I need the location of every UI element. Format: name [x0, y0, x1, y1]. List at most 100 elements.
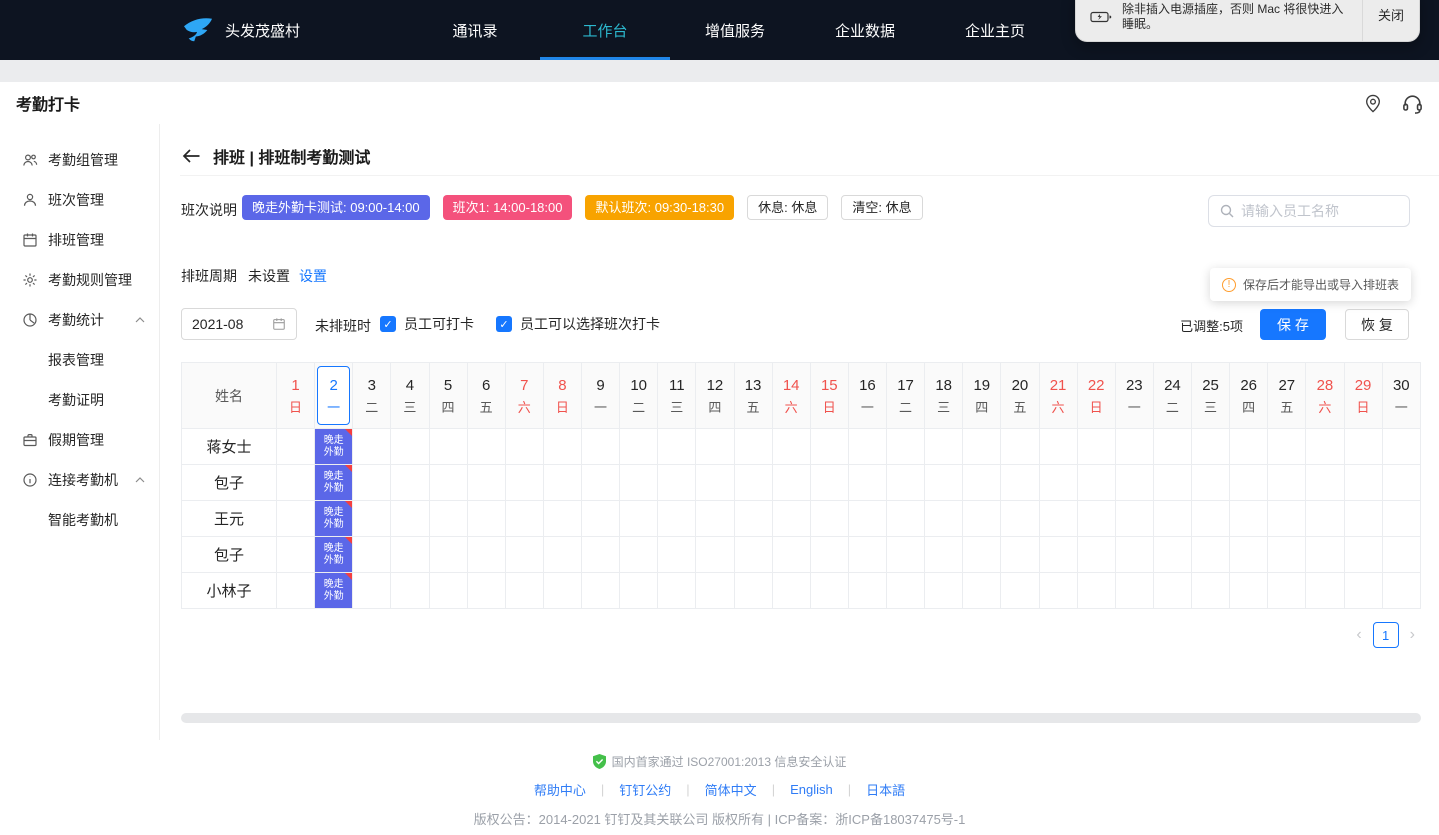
schedule-cell[interactable]	[1306, 465, 1344, 501]
schedule-cell[interactable]	[1192, 429, 1230, 465]
schedule-cell[interactable]	[1268, 465, 1306, 501]
schedule-cell[interactable]	[1153, 501, 1191, 537]
schedule-cell[interactable]	[543, 429, 581, 465]
schedule-cell[interactable]	[1306, 537, 1344, 573]
schedule-cell[interactable]	[1192, 573, 1230, 609]
schedule-cell[interactable]	[582, 573, 620, 609]
schedule-cell[interactable]	[429, 465, 467, 501]
top-nav-item[interactable]: 增值服务	[670, 0, 800, 60]
schedule-cell[interactable]	[277, 573, 315, 609]
schedule-cell[interactable]	[1039, 537, 1077, 573]
schedule-cell[interactable]	[1192, 465, 1230, 501]
schedule-cell[interactable]	[1115, 501, 1153, 537]
schedule-cell[interactable]	[277, 537, 315, 573]
schedule-cell[interactable]	[696, 429, 734, 465]
schedule-cell[interactable]	[620, 465, 658, 501]
top-nav-item[interactable]: 企业数据	[800, 0, 930, 60]
day-column-header[interactable]: 10二	[620, 363, 658, 429]
day-column-header[interactable]: 20五	[1001, 363, 1039, 429]
shift-badge[interactable]: 晚走外勤	[315, 465, 352, 500]
schedule-cell[interactable]	[810, 429, 848, 465]
schedule-cell[interactable]	[658, 501, 696, 537]
cycle-setup-link[interactable]: 设置	[299, 266, 327, 286]
back-arrow-icon[interactable]	[182, 148, 200, 164]
day-column-header[interactable]: 12四	[696, 363, 734, 429]
day-column-header[interactable]: 11三	[658, 363, 696, 429]
location-pin-icon[interactable]	[1364, 93, 1382, 114]
schedule-cell[interactable]	[1153, 429, 1191, 465]
day-column-header[interactable]: 1日	[277, 363, 315, 429]
schedule-cell[interactable]	[353, 501, 391, 537]
day-column-header[interactable]: 8日	[543, 363, 581, 429]
schedule-cell[interactable]	[848, 537, 886, 573]
schedule-cell[interactable]	[391, 501, 429, 537]
schedule-cell[interactable]	[1192, 501, 1230, 537]
schedule-cell[interactable]	[696, 501, 734, 537]
schedule-cell[interactable]	[353, 429, 391, 465]
schedule-cell[interactable]	[1268, 537, 1306, 573]
day-column-header[interactable]: 7六	[505, 363, 543, 429]
day-column-header[interactable]: 27五	[1268, 363, 1306, 429]
schedule-cell[interactable]	[1153, 573, 1191, 609]
sidebar-subitem[interactable]: 考勤证明	[0, 380, 159, 420]
search-input[interactable]	[1241, 203, 1422, 219]
day-column-header[interactable]: 21六	[1039, 363, 1077, 429]
schedule-cell[interactable]	[772, 537, 810, 573]
footer-link[interactable]: 帮助中心	[534, 780, 586, 799]
shift-badge[interactable]: 晚走外勤	[315, 429, 352, 464]
schedule-cell[interactable]	[696, 573, 734, 609]
day-column-header[interactable]: 26四	[1230, 363, 1268, 429]
schedule-cell[interactable]	[1039, 465, 1077, 501]
schedule-cell[interactable]	[925, 465, 963, 501]
schedule-cell[interactable]: 晚走外勤	[315, 537, 353, 573]
schedule-cell[interactable]	[1306, 573, 1344, 609]
schedule-cell[interactable]	[925, 501, 963, 537]
schedule-cell[interactable]	[429, 429, 467, 465]
schedule-cell[interactable]	[772, 573, 810, 609]
restore-button[interactable]: 恢 复	[1345, 309, 1409, 340]
schedule-cell[interactable]	[353, 573, 391, 609]
schedule-cell[interactable]	[467, 501, 505, 537]
schedule-cell[interactable]: 晚走外勤	[315, 501, 353, 537]
schedule-cell[interactable]	[543, 573, 581, 609]
schedule-cell[interactable]	[277, 465, 315, 501]
day-column-header[interactable]: 30一	[1382, 363, 1420, 429]
month-picker[interactable]: 2021-08	[181, 308, 297, 340]
horizontal-scrollbar[interactable]	[181, 713, 1421, 723]
schedule-cell[interactable]	[582, 465, 620, 501]
day-column-header[interactable]: 5四	[429, 363, 467, 429]
footer-link[interactable]: English	[790, 782, 833, 797]
schedule-cell[interactable]	[734, 465, 772, 501]
schedule-cell[interactable]	[1001, 429, 1039, 465]
schedule-cell[interactable]	[1115, 429, 1153, 465]
schedule-cell[interactable]	[1268, 429, 1306, 465]
footer-link[interactable]: 简体中文	[705, 780, 757, 799]
schedule-cell[interactable]	[1115, 573, 1153, 609]
day-column-header[interactable]: 3二	[353, 363, 391, 429]
schedule-cell[interactable]	[925, 429, 963, 465]
schedule-cell[interactable]	[1382, 573, 1420, 609]
schedule-cell[interactable]	[887, 537, 925, 573]
schedule-cell[interactable]	[1039, 573, 1077, 609]
schedule-cell[interactable]	[467, 537, 505, 573]
schedule-cell[interactable]	[1077, 573, 1115, 609]
schedule-cell[interactable]	[467, 429, 505, 465]
schedule-cell[interactable]	[1344, 537, 1382, 573]
schedule-cell[interactable]	[1153, 465, 1191, 501]
sidebar-item[interactable]: 连接考勤机	[0, 460, 159, 500]
brand[interactable]: 头发茂盛村	[182, 0, 300, 60]
schedule-cell[interactable]	[734, 429, 772, 465]
schedule-cell[interactable]	[887, 465, 925, 501]
schedule-cell[interactable]	[1001, 537, 1039, 573]
day-column-header[interactable]: 2一	[315, 363, 353, 429]
schedule-cell[interactable]	[1382, 429, 1420, 465]
sidebar-subitem[interactable]: 报表管理	[0, 340, 159, 380]
schedule-cell[interactable]	[1115, 465, 1153, 501]
schedule-cell[interactable]	[848, 465, 886, 501]
schedule-cell[interactable]	[1382, 537, 1420, 573]
sidebar-item[interactable]: 考勤规则管理	[0, 260, 159, 300]
day-column-header[interactable]: 18三	[925, 363, 963, 429]
day-column-header[interactable]: 28六	[1306, 363, 1344, 429]
schedule-cell[interactable]	[543, 501, 581, 537]
top-nav-item[interactable]: 工作台	[540, 0, 670, 60]
